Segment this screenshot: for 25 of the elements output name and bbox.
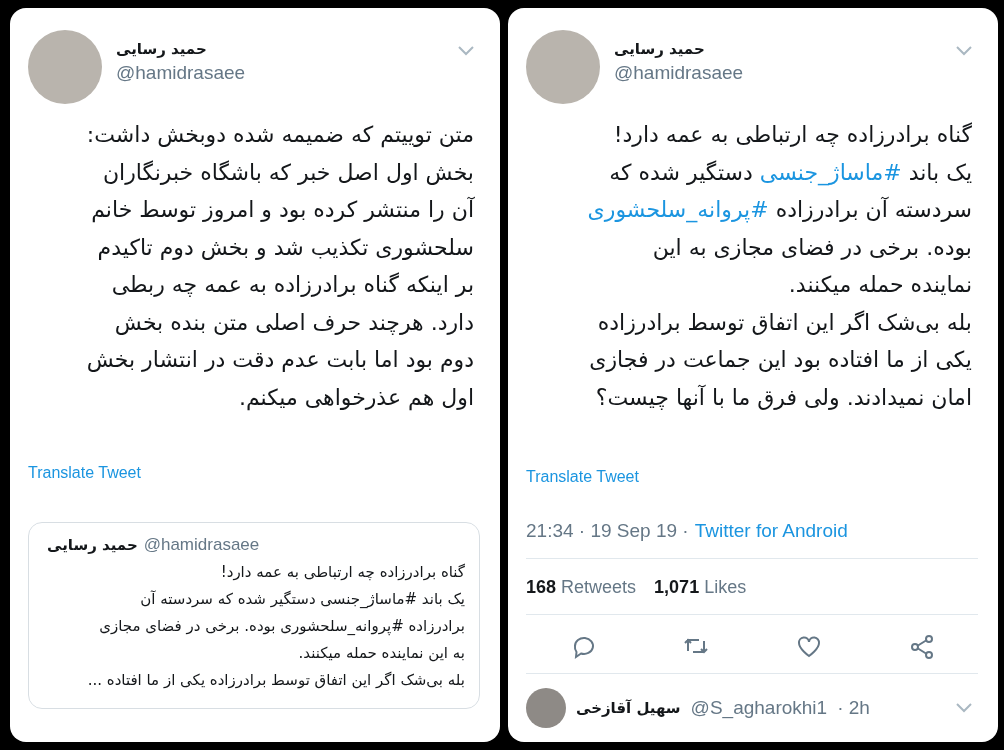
author-handle: @hamidrasaee	[614, 62, 744, 84]
hashtag-link[interactable]: #ماساژ_جنسی	[759, 159, 902, 185]
quoted-tweet-text: گناه برادرزاده چه ارتباطی به عمه دارد! یک باند #ماساژ_جنسی دستگیر شده که سردسته آن برادرزاده #پروانه_سلحشوری بوده. برخی در فضای مجازی به این نماینده حمله میکنند. بله بی‌شک اگر این اتفاق توسط برادرزاده یکی از ما افتاده ...	[86, 562, 465, 691]
tweet-text: متن توییتم که ضمیمه شده دوبخش داشت: بخش اول اصل خبر که باشگاه خبرنگاران آن را منتشر کرده بود و امروز توسط خانم سلحشوری تکذیب شد و بخش دوم تاکیدم بر اینکه گناه برادرزاده به عمه چه ربطی دارد. هرچند حرف اصلی متن بنده بخش دوم بود اما بابت عدم دقت در انتشار بخش اول هم عذرخواهی میکنم.	[85, 121, 476, 413]
quoted-author-name: حمید رسایی	[47, 536, 138, 554]
author-name: حمید رسایی	[614, 40, 705, 58]
stat-link[interactable]: 168 Retweets	[526, 577, 637, 598]
chevron-down-icon[interactable]	[458, 46, 474, 56]
quoted-author-handle: @hamidrasaee	[143, 535, 260, 555]
translate-link[interactable]: Translate Tweet	[28, 464, 141, 482]
source-link[interactable]: Twitter for Android	[694, 520, 848, 542]
tweet-timestamp: 21:34 · 19 Sep 19 ·	[526, 520, 689, 542]
stat-link[interactable]: 1,071 Likes	[654, 577, 747, 598]
reply-author-handle: @S_agharokhi1	[690, 697, 828, 719]
chevron-down-icon[interactable]	[956, 46, 972, 56]
author-handle: @hamidrasaee	[116, 62, 246, 84]
chevron-down-icon[interactable]	[956, 703, 972, 713]
tweet-text: گناه برادرزاده چه ارتباطی به عمه دارد! یک باند #ماساژ_جنسی دستگیر شده که سردسته آن برادرزاده #پروانه_سلحشوری بوده. برخی در فضای مجازی به این نماینده حمله میکنند. بله بی‌شک اگر این اتفاق توسط برادرزاده یکی از ما افتاده بود این جماعت در فجازی امان نمیدادند. ولی فرق ما با آنها چیست؟	[586, 121, 973, 412]
quoted-tweet-card[interactable]	[28, 522, 480, 709]
author-name: حمید رسایی	[116, 40, 207, 58]
avatar-placeholder[interactable]	[526, 688, 566, 728]
hashtag-link[interactable]: #پروانه_سلحشوری	[587, 197, 769, 222]
reply-author-name: سهیل آقازخی	[576, 699, 681, 717]
reply-time: · 2h	[837, 697, 870, 719]
translate-link[interactable]: Translate Tweet	[526, 468, 639, 486]
